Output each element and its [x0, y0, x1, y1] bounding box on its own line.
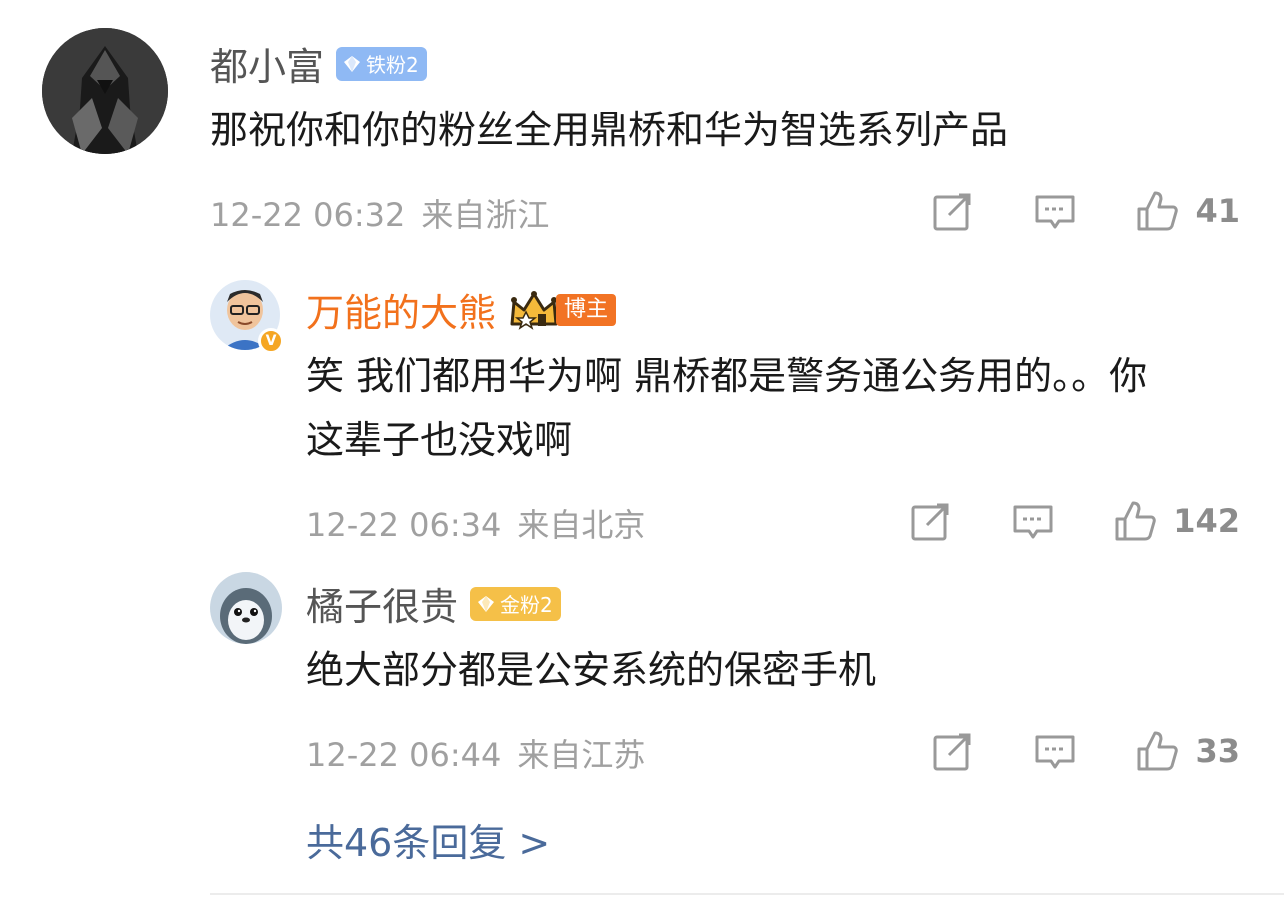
name-row: 万能的大熊 博主: [306, 282, 617, 337]
comment-meta: 12-22 06:32 来自浙江: [210, 190, 549, 236]
comment-actions: 41: [931, 186, 1240, 236]
fan-badge[interactable]: 金粉2: [470, 586, 561, 621]
comment-icon[interactable]: [1033, 729, 1077, 773]
share-icon[interactable]: [931, 189, 975, 233]
diamond-icon: [344, 55, 361, 72]
avatar[interactable]: [210, 572, 282, 644]
blogger-label: 博主: [556, 293, 617, 326]
comment-icon[interactable]: [1033, 189, 1077, 233]
thumbs-up-icon[interactable]: [1113, 499, 1157, 543]
divider: [210, 893, 1284, 895]
assassin-avatar-image: [42, 28, 168, 154]
verified-badge: V: [258, 328, 284, 354]
badge-label: 铁粉2: [366, 53, 419, 77]
comment-text: 绝大部分都是公安系统的保密手机: [306, 648, 877, 692]
comment-actions: 142: [909, 496, 1240, 546]
name-row: 橘子很贵 金粉2: [306, 576, 561, 631]
comment-meta: 12-22 06:44 来自江苏: [306, 730, 645, 776]
diamond-icon: [478, 595, 495, 612]
comment-text: 笑 我们都用华为啊 鼎桥都是警务通公务用的。。你这辈子也没戏啊: [306, 354, 1148, 462]
comment-icon[interactable]: [1011, 499, 1055, 543]
fan-badge[interactable]: 铁粉2: [336, 46, 427, 81]
username[interactable]: 万能的大熊: [306, 282, 496, 337]
username[interactable]: 都小富: [210, 36, 324, 91]
penguin-avatar-image: [210, 572, 282, 644]
comment-actions: 33: [931, 726, 1240, 776]
thumbs-up-icon[interactable]: [1135, 729, 1179, 773]
location: 来自北京: [517, 506, 646, 544]
like-count: 41: [1195, 192, 1240, 230]
like-count: 142: [1173, 502, 1240, 540]
view-all-replies-link[interactable]: 共46条回复 >: [306, 812, 550, 867]
name-row: 都小富 铁粉2: [210, 36, 427, 91]
thumbs-up-icon[interactable]: [1135, 189, 1179, 233]
avatar[interactable]: [42, 28, 168, 154]
timestamp: 12-22 06:34: [306, 506, 502, 544]
comment-meta: 12-22 06:34 来自北京: [306, 500, 645, 546]
timestamp: 12-22 06:44: [306, 736, 502, 774]
crown-icon: [510, 290, 558, 330]
share-icon[interactable]: [909, 499, 953, 543]
share-icon[interactable]: [931, 729, 975, 773]
location: 来自浙江: [421, 196, 550, 234]
blogger-badge[interactable]: 博主: [508, 290, 617, 330]
username[interactable]: 橘子很贵: [306, 576, 458, 631]
comment-text: 那祝你和你的粉丝全用鼎桥和华为智选系列产品: [210, 108, 1009, 152]
badge-label: 金粉2: [500, 593, 553, 617]
timestamp: 12-22 06:32: [210, 196, 406, 234]
location: 来自江苏: [517, 736, 646, 774]
like-count: 33: [1195, 732, 1240, 770]
